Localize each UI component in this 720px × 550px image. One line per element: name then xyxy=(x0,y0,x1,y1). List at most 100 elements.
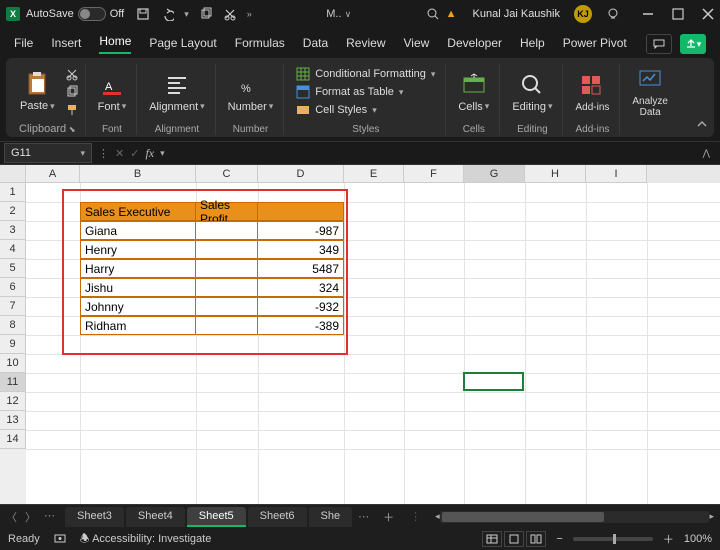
tab-developer[interactable]: Developer xyxy=(447,36,502,54)
table-cell[interactable]: Giana xyxy=(80,221,196,240)
sheet-tab[interactable]: She xyxy=(309,507,353,527)
sheet-tab[interactable]: Sheet3 xyxy=(65,507,124,527)
save-icon[interactable] xyxy=(136,7,150,21)
tab-file[interactable]: File xyxy=(14,36,33,54)
row-header[interactable]: 4 xyxy=(0,240,26,259)
row-header[interactable]: 11 xyxy=(0,373,26,392)
page-break-view-icon[interactable] xyxy=(526,531,546,547)
new-sheet-button[interactable]: ＋ xyxy=(375,509,402,525)
copy-icon[interactable] xyxy=(65,85,79,99)
table-cell[interactable]: Johnny xyxy=(80,297,196,316)
search-icon[interactable] xyxy=(426,7,440,21)
format-painter-icon[interactable] xyxy=(65,103,79,117)
maximize-icon[interactable] xyxy=(672,8,684,20)
next-sheet-icon[interactable]: 〉 xyxy=(25,509,36,525)
row-header[interactable]: 1 xyxy=(0,183,26,202)
cells-button[interactable]: Cells▾ xyxy=(454,69,493,115)
share-button[interactable]: ▾ xyxy=(680,34,706,54)
row-header[interactable]: 8 xyxy=(0,316,26,335)
select-all-corner[interactable] xyxy=(0,165,26,183)
font-button[interactable]: A Font▾ xyxy=(94,69,131,115)
macro-recorder-icon[interactable] xyxy=(54,532,66,547)
selected-cell[interactable] xyxy=(463,372,524,391)
close-icon[interactable] xyxy=(702,8,714,20)
expand-formula-bar-icon[interactable]: ⋀ xyxy=(703,148,710,159)
table-cell[interactable]: Ridham xyxy=(80,316,196,335)
toggle-off-icon[interactable] xyxy=(78,7,106,21)
table-cell[interactable]: -389 xyxy=(257,316,344,335)
table-cell[interactable]: Harry xyxy=(80,259,196,278)
tab-review[interactable]: Review xyxy=(346,36,385,54)
column-header[interactable]: F xyxy=(404,165,464,183)
alignment-button[interactable]: Alignment▾ xyxy=(145,69,208,115)
row-header[interactable]: 2 xyxy=(0,202,26,221)
table-cell[interactable] xyxy=(195,221,258,240)
row-header[interactable]: 5 xyxy=(0,259,26,278)
table-cell[interactable]: Henry xyxy=(80,240,196,259)
minimize-icon[interactable] xyxy=(642,8,654,20)
table-cell[interactable] xyxy=(195,316,258,335)
conditional-formatting-button[interactable]: Conditional Formatting▾ xyxy=(294,66,437,82)
column-header[interactable]: D xyxy=(258,165,344,183)
row-header[interactable]: 7 xyxy=(0,297,26,316)
table-cell[interactable]: 324 xyxy=(257,278,344,297)
dialog-launcher-icon[interactable]: ⬊ xyxy=(69,125,76,134)
sheet-tab[interactable]: Sheet5 xyxy=(187,507,246,527)
row-header[interactable]: 9 xyxy=(0,335,26,354)
fx-icon[interactable]: fx xyxy=(145,146,154,161)
row-header[interactable]: 6 xyxy=(0,278,26,297)
collapse-ribbon-icon[interactable] xyxy=(696,118,708,133)
chevron-down-icon[interactable]: ▾ xyxy=(184,9,189,20)
column-header[interactable]: C xyxy=(196,165,258,183)
column-header[interactable]: A xyxy=(26,165,80,183)
column-header[interactable]: G xyxy=(464,165,525,183)
tab-home[interactable]: Home xyxy=(99,34,131,54)
column-header[interactable]: I xyxy=(586,165,647,183)
zoom-in-icon[interactable]: ＋ xyxy=(663,531,674,547)
horizontal-scrollbar[interactable]: ◂ ▸ xyxy=(435,511,714,523)
row-header[interactable]: 10 xyxy=(0,354,26,373)
copy-icon[interactable] xyxy=(199,7,213,21)
more-icon[interactable]: » xyxy=(247,9,252,19)
scroll-left-icon[interactable]: ◂ xyxy=(435,511,440,522)
row-header[interactable]: 14 xyxy=(0,430,26,449)
table-cell[interactable]: -987 xyxy=(257,221,344,240)
row-header[interactable]: 3 xyxy=(0,221,26,240)
table-cell[interactable]: 5487 xyxy=(257,259,344,278)
paste-button[interactable]: Paste▾ xyxy=(16,68,59,114)
formula-bar[interactable] xyxy=(171,143,692,163)
page-layout-view-icon[interactable] xyxy=(504,531,524,547)
enter-icon[interactable]: ✓ xyxy=(130,147,139,160)
column-header[interactable]: E xyxy=(344,165,404,183)
undo-icon[interactable] xyxy=(160,7,174,21)
table-cell[interactable] xyxy=(195,278,258,297)
more-sheets-icon[interactable]: ⋯ xyxy=(44,509,55,525)
column-header[interactable]: H xyxy=(525,165,586,183)
worksheet-grid[interactable]: ABCDEFGHI 1234567891011121314 Sales Exec… xyxy=(0,165,720,504)
normal-view-icon[interactable] xyxy=(482,531,502,547)
tab-data[interactable]: Data xyxy=(303,36,328,54)
lightbulb-icon[interactable] xyxy=(606,7,620,21)
user-avatar[interactable]: KJ xyxy=(574,5,592,23)
table-cell[interactable]: 349 xyxy=(257,240,344,259)
sheet-tab[interactable]: Sheet4 xyxy=(126,507,185,527)
table-cell[interactable] xyxy=(195,259,258,278)
row-header[interactable]: 13 xyxy=(0,411,26,430)
table-header[interactable]: Sales Profit xyxy=(195,202,258,221)
scroll-right-icon[interactable]: ▸ xyxy=(709,511,714,522)
user-name[interactable]: Kunal Jai Kaushik xyxy=(473,8,560,20)
format-as-table-button[interactable]: Format as Table▾ xyxy=(294,84,437,100)
zoom-slider[interactable] xyxy=(573,537,653,541)
cell-styles-button[interactable]: Cell Styles▾ xyxy=(294,102,437,118)
editing-button[interactable]: Editing▾ xyxy=(508,69,556,115)
more-sheets-icon[interactable]: ⋯ xyxy=(354,510,373,523)
table-header[interactable] xyxy=(257,202,344,221)
table-cell[interactable]: -932 xyxy=(257,297,344,316)
table-header[interactable]: Sales Executive xyxy=(80,202,196,221)
prev-sheet-icon[interactable]: 〈 xyxy=(6,509,17,525)
accessibility-status[interactable]: 🕭 Accessibility: Investigate xyxy=(80,530,212,549)
table-cell[interactable]: Jishu xyxy=(80,278,196,297)
zoom-level[interactable]: 100% xyxy=(684,533,712,545)
zoom-out-icon[interactable]: − xyxy=(556,533,562,545)
table-cell[interactable] xyxy=(195,297,258,316)
